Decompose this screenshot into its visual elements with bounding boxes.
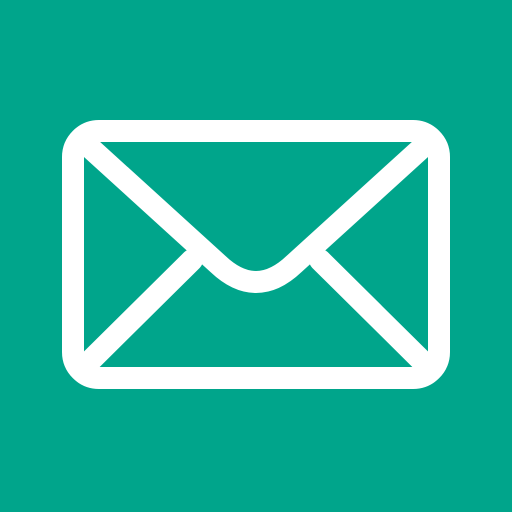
mail-icon-svg — [0, 0, 512, 512]
mail-app-icon[interactable] — [0, 0, 512, 512]
